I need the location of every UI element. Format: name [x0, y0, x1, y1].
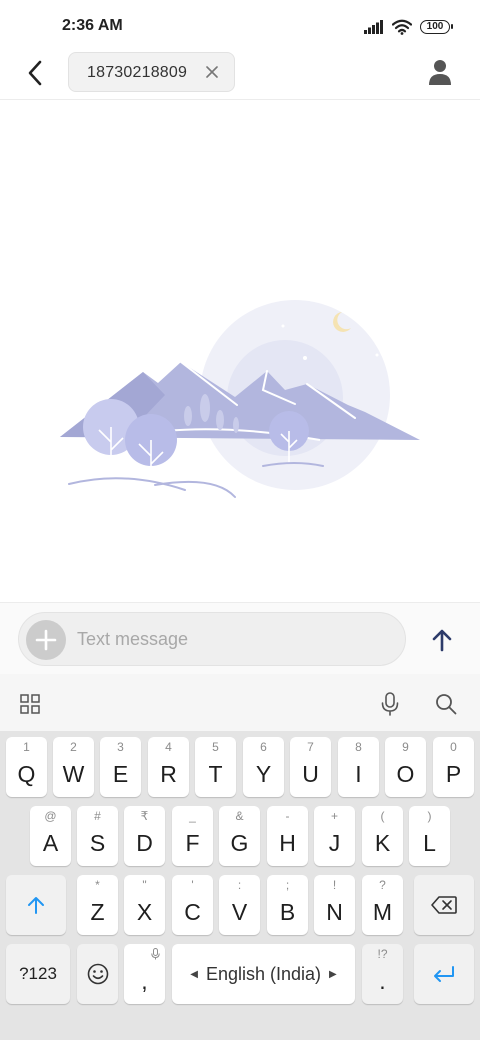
- key-v[interactable]: :V: [219, 875, 260, 935]
- key-q[interactable]: 1Q: [6, 737, 47, 797]
- backspace-icon: [431, 896, 457, 914]
- keyboard-search-button[interactable]: [433, 691, 459, 717]
- period-key[interactable]: !?.: [362, 944, 403, 1004]
- remove-recipient-button[interactable]: [203, 63, 221, 81]
- key-k[interactable]: (K: [362, 806, 403, 866]
- comma-key[interactable]: ,: [124, 944, 165, 1004]
- keyboard-menu-button[interactable]: [17, 691, 43, 717]
- recipient-number: 18730218809: [87, 64, 188, 81]
- recipient-chip[interactable]: 18730218809: [68, 52, 235, 92]
- key-i[interactable]: 8I: [338, 737, 379, 797]
- key-e[interactable]: 3E: [100, 737, 141, 797]
- wifi-icon: [392, 19, 412, 35]
- message-input[interactable]: [77, 613, 397, 665]
- backspace-key[interactable]: [414, 875, 474, 935]
- send-button[interactable]: [425, 623, 459, 657]
- message-composer: [0, 602, 480, 674]
- key-n[interactable]: ! N: [314, 875, 355, 935]
- voice-input-button[interactable]: [377, 691, 403, 717]
- send-arrow-icon: [432, 629, 452, 652]
- grid-icon: [20, 694, 40, 714]
- key-f[interactable]: _ F: [172, 806, 213, 866]
- key-x[interactable]: " X: [124, 875, 165, 935]
- shift-arrow-icon: [28, 897, 44, 914]
- status-bar: 2:36 AM 100: [0, 0, 480, 52]
- key-u[interactable]: 7U: [290, 737, 331, 797]
- keyboard-toolbar: [0, 674, 480, 732]
- back-arrow-icon: [28, 60, 42, 86]
- empty-state-illustration: [60, 300, 420, 498]
- mic-hint-icon: [151, 948, 160, 960]
- key-l[interactable]: ) L: [409, 806, 450, 866]
- keyboard: 1Q 2W 3E 4R 5T 6Y 7U 8I 9O 0P @ A # S ₹ D _…: [0, 732, 480, 1040]
- person-icon: [429, 60, 451, 85]
- space-key-label: English (India): [205, 963, 322, 984]
- back-button[interactable]: [18, 56, 52, 90]
- battery-icon: 100: [420, 20, 453, 34]
- shift-key[interactable]: [6, 875, 66, 935]
- key-t[interactable]: 5T: [195, 737, 236, 797]
- key-o[interactable]: 9O: [385, 737, 426, 797]
- space-key[interactable]: ◀ English (India) ▶: [172, 944, 355, 1004]
- key-z[interactable]: * Z: [77, 875, 118, 935]
- key-b[interactable]: ; B: [267, 875, 308, 935]
- key-r[interactable]: 4R: [148, 737, 189, 797]
- key-w[interactable]: 2W: [53, 737, 94, 797]
- key-a[interactable]: @ A: [30, 806, 71, 866]
- microphone-icon: [381, 692, 399, 716]
- language-prev-icon: ◀: [190, 968, 198, 980]
- close-icon: [206, 66, 218, 78]
- key-g[interactable]: & G: [219, 806, 260, 866]
- contact-button[interactable]: [426, 58, 454, 86]
- key-j[interactable]: + J: [314, 806, 355, 866]
- key-s[interactable]: # S: [77, 806, 118, 866]
- key-h[interactable]: -H: [267, 806, 308, 866]
- search-icon: [436, 694, 457, 715]
- status-icons: 100: [364, 17, 453, 37]
- signal-icon: [364, 20, 383, 34]
- enter-key[interactable]: [414, 944, 474, 1004]
- attach-button[interactable]: [26, 620, 66, 660]
- symbols-key[interactable]: ?123: [6, 944, 70, 1004]
- smiley-icon: [87, 963, 108, 985]
- conversation-header: 18730218809: [0, 52, 480, 100]
- enter-arrow-icon: [434, 966, 454, 982]
- plus-icon: [35, 629, 57, 651]
- key-p[interactable]: 0P: [433, 737, 474, 797]
- status-time: 2:36 AM: [62, 17, 123, 34]
- key-d[interactable]: ₹ D: [124, 806, 165, 866]
- message-field: [18, 612, 406, 666]
- key-y[interactable]: 6Y: [243, 737, 284, 797]
- emoji-key[interactable]: [77, 944, 118, 1004]
- key-m[interactable]: ? M: [362, 875, 403, 935]
- language-next-icon: ▶: [329, 968, 337, 980]
- key-c[interactable]: ' C: [172, 875, 213, 935]
